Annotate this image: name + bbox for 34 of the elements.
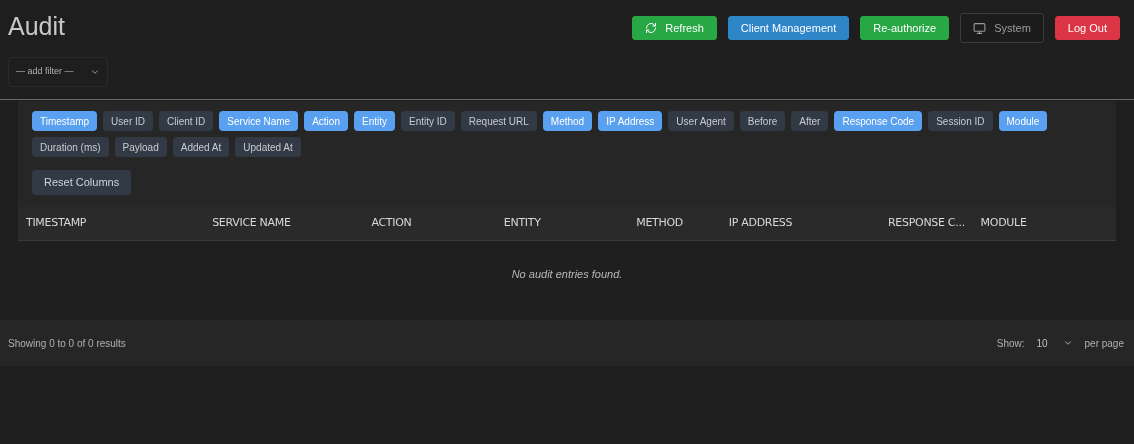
- empty-message: No audit entries found.: [511, 266, 623, 282]
- column-toggle[interactable]: User Agent: [668, 111, 734, 131]
- page-title: Audit: [8, 12, 65, 40]
- column-header: MODULE: [980, 215, 1028, 231]
- filter-select[interactable]: — add filter —: [8, 57, 108, 87]
- chevron-icon: [1062, 338, 1073, 348]
- column-toggle[interactable]: After: [791, 111, 829, 131]
- header-button[interactable]: Log Out: [1054, 16, 1120, 40]
- show-label: Show:: [996, 336, 1025, 351]
- column-header: ACTION: [371, 215, 413, 231]
- column-header: TIMESTAMP: [26, 215, 88, 231]
- column-header: SERVICE NAME: [212, 215, 292, 231]
- reset-columns-button[interactable]: Reset Columns: [32, 169, 132, 195]
- column-toggle[interactable]: User ID: [103, 111, 153, 131]
- column-toggle[interactable]: Duration (ms): [32, 137, 109, 157]
- column-header: IP ADDRESS: [728, 215, 794, 231]
- column-toggle[interactable]: Session ID: [928, 111, 993, 131]
- column-toggle[interactable]: Updated At: [235, 137, 301, 157]
- column-toggle[interactable]: Before: [739, 111, 786, 131]
- header-button[interactable]: Client Management: [727, 16, 850, 40]
- column-header: ENTITY: [503, 215, 542, 231]
- system-button[interactable]: System: [960, 13, 1044, 43]
- column-toggle[interactable]: Client ID: [159, 111, 214, 131]
- column-header: METHOD: [636, 215, 684, 231]
- column-header: RESPONSE C...: [888, 215, 966, 231]
- per-page-label: per page: [1084, 336, 1124, 351]
- results-summary: Showing 0 to 0 of 0 results: [8, 336, 126, 351]
- monitor-icon: [973, 21, 987, 35]
- column-toggle[interactable]: Payload: [114, 137, 167, 157]
- chevron-icon: [90, 67, 100, 77]
- column-toggle[interactable]: Request URL: [460, 111, 537, 131]
- column-toggle[interactable]: Entity ID: [401, 111, 455, 131]
- column-toggle[interactable]: Added At: [172, 137, 230, 157]
- refresh-icon: [645, 22, 658, 34]
